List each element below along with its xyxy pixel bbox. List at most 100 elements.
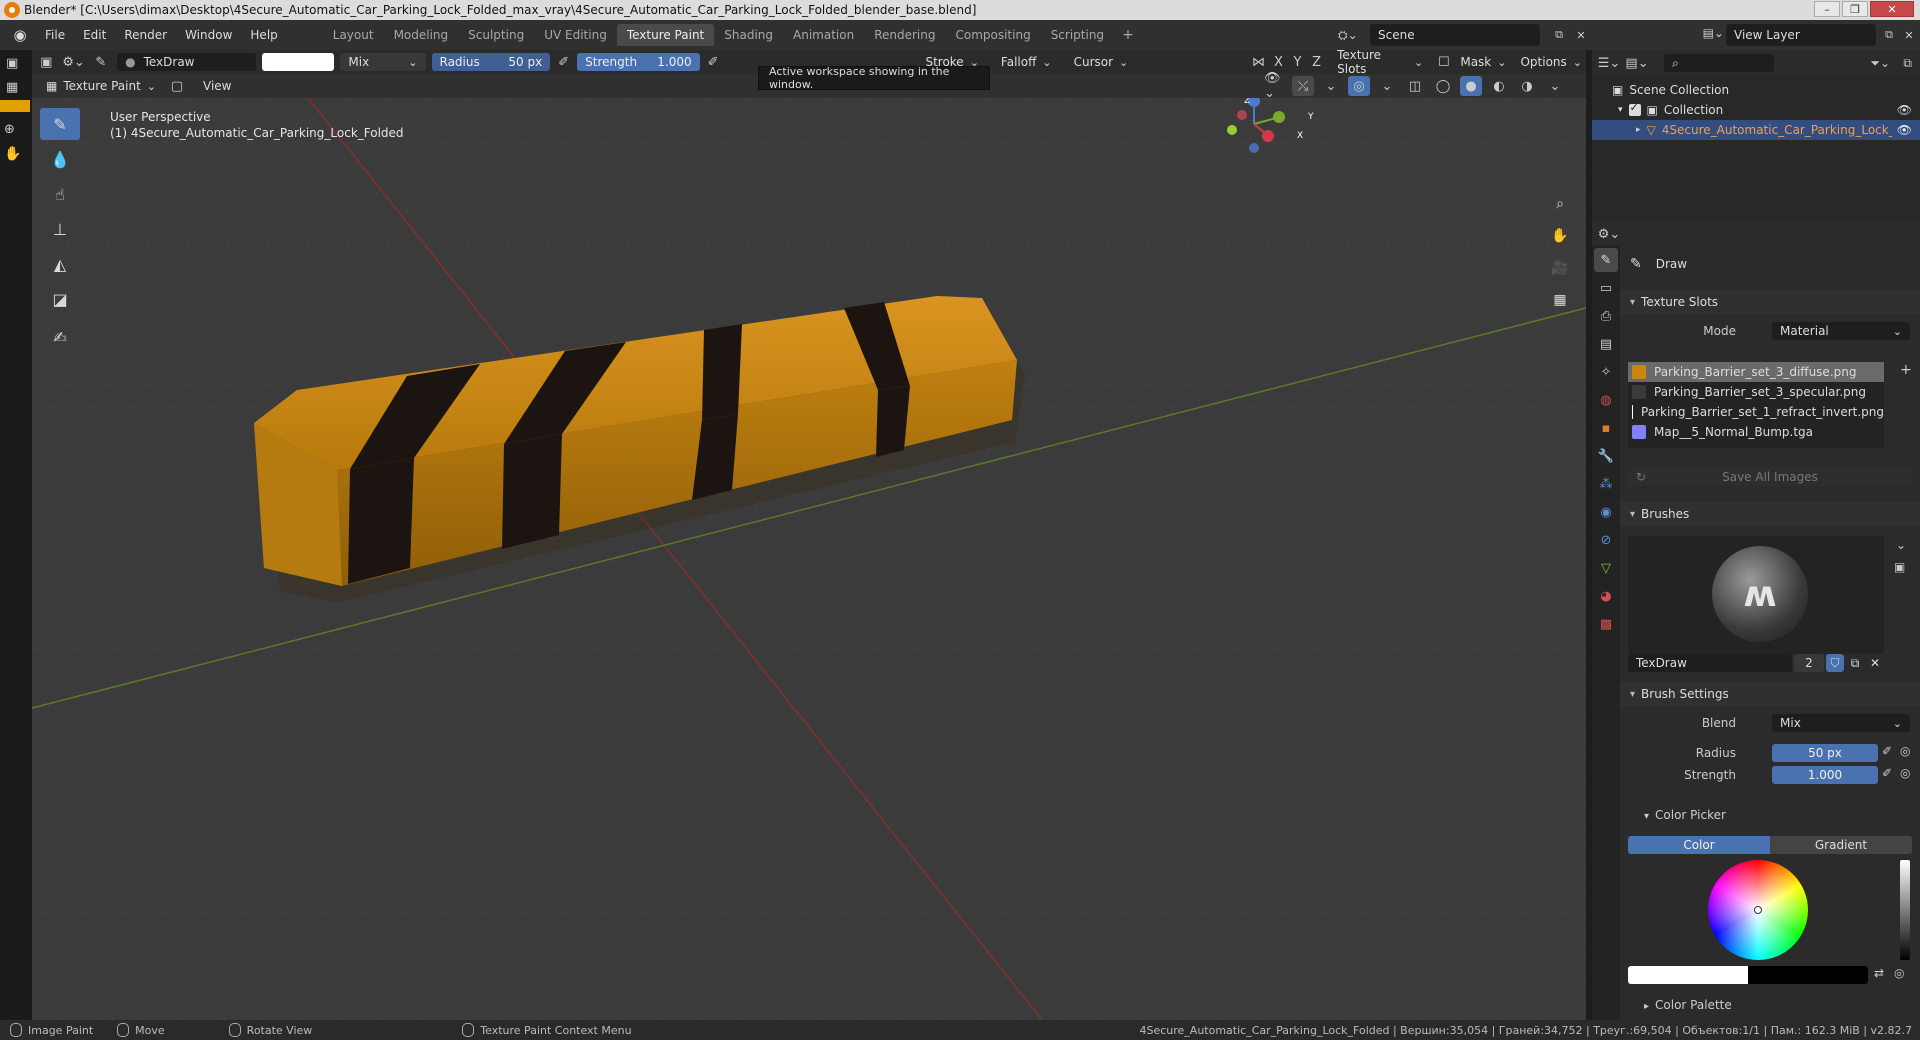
brushes-section[interactable]: Brushes [1620, 502, 1920, 526]
solid-shading-icon[interactable]: ● [1460, 76, 1482, 96]
color-wheel[interactable] [1708, 860, 1808, 960]
annotate-tool-icon[interactable]: ✍ [40, 321, 80, 353]
tab-texture-paint[interactable]: Texture Paint [616, 24, 715, 46]
brush-image-icon[interactable]: ▣ [1894, 560, 1905, 574]
blender-menu-icon[interactable]: ◉ [10, 25, 30, 45]
zoom-icon[interactable]: ⊕ [4, 122, 15, 137]
new-view-layer-icon[interactable]: ⧉ [1880, 27, 1898, 43]
data-tab-icon[interactable]: ▽ [1594, 556, 1618, 580]
editor-type-icon[interactable]: ▣ [36, 52, 57, 72]
world-tab-icon[interactable]: ◍ [1594, 388, 1618, 412]
options-dropdown[interactable]: Options [1516, 53, 1586, 71]
radius-slider[interactable]: Radius 50 px [431, 53, 551, 71]
scene-field[interactable]: Scene [1370, 24, 1540, 46]
collection-eye-icon[interactable]: 👁 [1897, 103, 1912, 117]
brush-name-input[interactable]: TexDraw [1628, 654, 1792, 672]
new-scene-icon[interactable]: ⧉ [1550, 27, 1568, 43]
strength-pressure-icon[interactable]: ✐ [1882, 766, 1892, 780]
collection-checkbox[interactable] [1628, 101, 1641, 116]
gizmo-toggle-icon[interactable]: ⤯ [1292, 76, 1314, 96]
hand-icon[interactable]: ✋ [4, 146, 21, 162]
ortho-toggle-icon[interactable]: ▦ [1546, 286, 1574, 314]
fake-user-shield-icon[interactable]: ⛉ [1826, 654, 1844, 672]
delete-scene-icon[interactable]: ✕ [1572, 27, 1590, 43]
fill-tool-icon[interactable]: ◭ [40, 248, 80, 280]
outliner-collection[interactable]: ▾▣Collection👁 [1592, 100, 1920, 120]
color-palette-subpanel[interactable]: ▸ Color Palette [1644, 998, 1732, 1012]
swap-colors-icon[interactable]: ⇄ [1874, 966, 1884, 980]
object-eye-icon[interactable]: 👁 [1897, 123, 1912, 137]
tool-tab-icon[interactable]: ✎ [1594, 248, 1618, 272]
outliner-scene-collection[interactable]: ▣ Scene Collection [1592, 80, 1920, 100]
color-tab[interactable]: Color [1628, 836, 1770, 854]
scene-selector-icon[interactable]: ⛭⌄ [1338, 26, 1368, 44]
minimize-button[interactable]: – [1814, 1, 1840, 17]
mask-checkbox[interactable]: ☐ [1437, 52, 1450, 72]
tab-animation[interactable]: Animation [783, 24, 864, 46]
radius-pressure-icon[interactable]: ✐ [1882, 744, 1892, 758]
smear-tool-icon[interactable]: ☝ [40, 178, 80, 210]
visibility-icon[interactable]: 👁⌄ [1264, 71, 1286, 101]
camera-view-icon[interactable]: 🎥 [1546, 254, 1574, 282]
outliner-editor-icon[interactable]: ☰⌄ [1598, 53, 1621, 73]
brush-list-dropdown-icon[interactable]: ⌄ [1896, 538, 1906, 552]
3d-viewport[interactable]: User Perspective (1) 4Secure_Automatic_C… [32, 98, 1586, 1020]
texture-tab-icon[interactable]: ▩ [1594, 612, 1618, 636]
expand-icon[interactable]: ▾ [1618, 105, 1623, 115]
strength-unit-icon[interactable]: ◎ [1900, 766, 1910, 780]
view-layer-tab-icon[interactable]: ▤ [1594, 332, 1618, 356]
gizmo-neg-z-icon[interactable] [1249, 143, 1259, 153]
tab-modeling[interactable]: Modeling [384, 24, 459, 46]
secondary-color-swatch[interactable] [1748, 966, 1868, 984]
texture-slots-dropdown[interactable]: Texture Slots [1329, 48, 1431, 76]
view-layer-field[interactable]: View Layer [1726, 24, 1876, 46]
texture-slot-item[interactable]: Map__5_Normal_Bump.tga [1628, 422, 1884, 442]
save-all-images-button[interactable]: ↻ Save All Images [1628, 468, 1912, 486]
outliner-search-input[interactable]: ⌕ [1664, 54, 1774, 72]
texture-mode-dropdown[interactable]: Material [1772, 322, 1910, 340]
material-shading-icon[interactable]: ◐ [1488, 76, 1510, 96]
tab-rendering[interactable]: Rendering [864, 24, 945, 46]
menu-view[interactable]: View [194, 75, 240, 97]
menu-file[interactable]: File [36, 24, 74, 46]
tab-scripting[interactable]: Scripting [1041, 24, 1114, 46]
tool-menu-icon[interactable]: ⚙⌄ [62, 52, 85, 72]
mirror-y-toggle[interactable]: Y [1291, 52, 1304, 72]
gizmo-neg-y-icon[interactable] [1227, 125, 1237, 135]
value-slider[interactable] [1900, 860, 1910, 960]
add-workspace-icon[interactable]: + [1114, 27, 1142, 43]
draw-tool-icon[interactable]: ✎ [40, 108, 80, 140]
overlay-dropdown-icon[interactable]: ⌄ [1376, 76, 1398, 96]
constraints-tab-icon[interactable]: ⊘ [1594, 528, 1618, 552]
gizmo-y-icon[interactable] [1273, 111, 1285, 123]
texture-slots-section[interactable]: Texture Slots [1620, 290, 1920, 314]
view-layer-icon[interactable]: ▤⌄ [1703, 26, 1724, 40]
texture-slot-item[interactable]: Parking_Barrier_set_1_refract_invert.png [1628, 402, 1884, 422]
falloff-dropdown[interactable]: Falloff [993, 53, 1060, 71]
gizmo-x-icon[interactable] [1262, 130, 1274, 142]
tab-uv-editing[interactable]: UV Editing [534, 24, 617, 46]
maximize-button[interactable]: ❐ [1842, 1, 1868, 17]
symmetry-icon[interactable]: ⋈ [1251, 52, 1266, 72]
rendered-shading-icon[interactable]: ◑ [1516, 76, 1538, 96]
soften-tool-icon[interactable]: 💧 [40, 143, 80, 175]
color-wheel-cursor[interactable] [1754, 906, 1762, 914]
zoom-view-icon[interactable]: ⌕ [1546, 190, 1574, 218]
render-tab-icon[interactable]: ▭ [1594, 276, 1618, 300]
image-editor-icon[interactable]: ▦ [6, 80, 18, 95]
menu-window[interactable]: Window [176, 24, 241, 46]
mirror-x-toggle[interactable]: X [1272, 52, 1285, 72]
modifier-tab-icon[interactable]: 🔧 [1594, 444, 1618, 468]
particles-tab-icon[interactable]: ⁂ [1594, 472, 1618, 496]
close-button[interactable]: ✕ [1870, 1, 1914, 17]
add-texture-slot-icon[interactable]: + [1900, 362, 1912, 378]
mirror-z-toggle[interactable]: Z [1310, 52, 1323, 72]
viewport-scene[interactable] [32, 98, 1586, 1020]
physics-tab-icon[interactable]: ◉ [1594, 500, 1618, 524]
brush-name-field[interactable]: ● TexDraw [117, 53, 257, 71]
color-pressure-icon[interactable]: ◎ [1894, 966, 1904, 980]
outliner-object[interactable]: ▸▽4Secure_Automatic_Car_Parking_Lock_Fol… [1592, 120, 1920, 140]
object-tab-icon[interactable]: ▪ [1594, 416, 1618, 440]
radius-unit-icon[interactable]: ◎ [1900, 744, 1910, 758]
brush-preview-area[interactable]: ʍ [1628, 536, 1884, 654]
